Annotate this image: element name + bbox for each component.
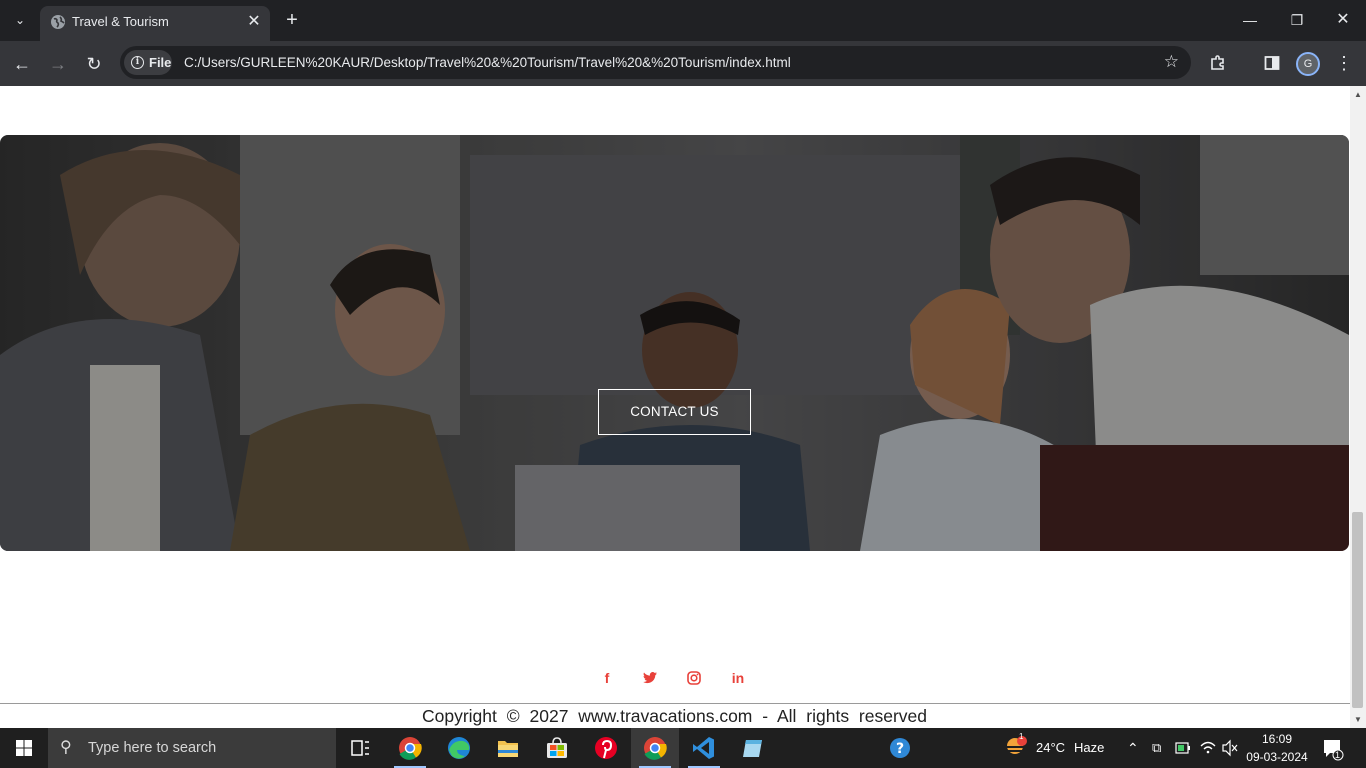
site-info-chip[interactable]: i File xyxy=(124,50,172,75)
microsoft-store-icon[interactable] xyxy=(533,728,581,768)
instagram-icon[interactable] xyxy=(683,668,705,688)
wifi-icon[interactable] xyxy=(1200,728,1216,768)
volume-muted-icon[interactable] xyxy=(1222,728,1238,768)
side-panel-icon[interactable] xyxy=(1260,51,1284,75)
task-view-icon[interactable] xyxy=(336,728,384,768)
contact-hero-banner: CONTACT US xyxy=(0,135,1349,551)
help-icon[interactable]: ? xyxy=(876,728,924,768)
weather-desc: Haze xyxy=(1074,740,1105,755)
pinterest-icon[interactable] xyxy=(582,728,630,768)
notification-count: 1 xyxy=(1335,750,1341,760)
svg-text:?: ? xyxy=(896,741,904,757)
vscode-icon[interactable] xyxy=(680,728,728,768)
address-bar[interactable]: i File C:/Users/GURLEEN%20KAUR/Desktop/T… xyxy=(120,46,1191,79)
battery-icon[interactable] xyxy=(1175,728,1191,768)
tab-search-dropdown-icon[interactable]: ⌄ xyxy=(8,9,32,31)
page-viewport: CONTACT US f in Copyright © 2027 www.tra… xyxy=(0,86,1350,728)
meet-now-icon[interactable]: ⧉ xyxy=(1152,728,1161,768)
linkedin-icon[interactable]: in xyxy=(727,668,749,688)
tab-title: Travel & Tourism xyxy=(72,14,169,29)
notification-center-icon[interactable]: 1 xyxy=(1322,728,1344,768)
back-icon[interactable]: ← xyxy=(9,51,35,77)
close-window-icon[interactable]: ✕ xyxy=(1331,9,1355,31)
browser-toolbar: ← → ↻ i File C:/Users/GURLEEN%20KAUR/Des… xyxy=(0,41,1366,86)
site-chip-label: File xyxy=(149,55,172,70)
weather-temp: 24°C xyxy=(1036,740,1066,755)
chevron-up-icon[interactable]: ⌃ xyxy=(1127,728,1139,768)
globe-icon xyxy=(51,15,65,29)
scroll-thumb[interactable] xyxy=(1352,512,1363,708)
restore-icon[interactable]: ❐ xyxy=(1285,9,1309,31)
scroll-up-icon[interactable]: ▲ xyxy=(1354,90,1362,99)
bookmark-star-icon[interactable]: ☆ xyxy=(1164,52,1179,72)
forward-icon[interactable]: → xyxy=(45,51,71,77)
copyright-text: Copyright © 2027 www.travacations.com - … xyxy=(421,706,928,726)
url-text[interactable]: C:/Users/GURLEEN%20KAUR/Desktop/Travel%2… xyxy=(184,55,791,71)
new-tab-button[interactable]: + xyxy=(282,10,302,30)
file-explorer-icon[interactable] xyxy=(484,728,532,768)
weather-widget[interactable]: 1 xyxy=(1002,728,1028,768)
chrome-icon[interactable] xyxy=(386,728,434,768)
browser-tab[interactable]: Travel & Tourism ✕ xyxy=(40,6,270,41)
search-icon: ⚲ xyxy=(60,739,72,756)
minimize-icon[interactable]: — xyxy=(1238,9,1262,31)
browser-tab-bar: ⌄ Travel & Tourism ✕ + — ❐ ✕ xyxy=(0,0,1366,41)
edge-icon[interactable] xyxy=(435,728,483,768)
clock-time: 16:09 xyxy=(1261,732,1293,746)
scroll-down-icon[interactable]: ▼ xyxy=(1354,715,1362,724)
extensions-icon[interactable] xyxy=(1206,51,1230,75)
profile-avatar[interactable]: G xyxy=(1296,52,1320,76)
chrome-icon[interactable] xyxy=(631,728,679,768)
notepad-icon[interactable] xyxy=(729,728,777,768)
close-tab-icon[interactable]: ✕ xyxy=(244,12,264,32)
weather-badge: 1 xyxy=(1019,732,1024,741)
windows-start-icon[interactable] xyxy=(0,728,48,768)
windows-taskbar: ⚲ Type here to search ? 1 24°C Haze ⌃ ⧉ xyxy=(0,728,1366,768)
taskbar-clock[interactable]: 16:09 09-03-2024 xyxy=(1244,730,1310,766)
clock-date: 09-03-2024 xyxy=(1246,750,1308,764)
search-placeholder: Type here to search xyxy=(88,740,217,756)
info-icon: i xyxy=(131,56,144,69)
menu-kebab-icon[interactable]: ⋮ xyxy=(1332,51,1356,75)
taskbar-search-box[interactable]: ⚲ Type here to search xyxy=(48,728,336,768)
vertical-scrollbar[interactable]: ▲ ▼ xyxy=(1350,86,1366,728)
footer-divider xyxy=(0,703,1350,704)
reload-icon[interactable]: ↻ xyxy=(81,51,107,77)
facebook-icon[interactable]: f xyxy=(596,668,618,688)
contact-us-button[interactable]: CONTACT US xyxy=(598,389,751,435)
team-meeting-photo xyxy=(0,135,1349,551)
twitter-icon[interactable] xyxy=(639,668,661,688)
